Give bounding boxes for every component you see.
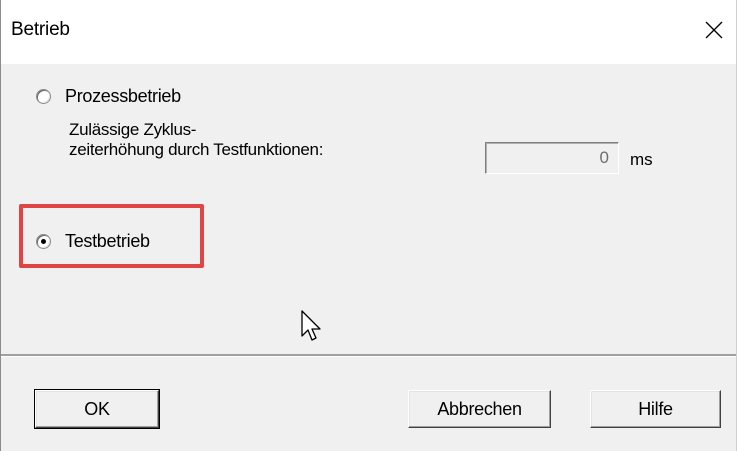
unit-label: ms [630,150,653,169]
cycle-time-label: Zulässige Zyklus- zeiterhöhung durch Tes… [69,120,323,160]
mouse-cursor-icon [301,310,321,341]
test-mode-label: Testbetrieb [65,231,150,251]
close-icon [705,21,723,39]
cycle-time-label-line1: Zulässige Zyklus- [69,120,197,139]
dialog-title: Betrieb [11,19,70,40]
radio-test-mode[interactable]: Testbetrieb [36,231,150,252]
cycle-time-input[interactable]: 0 [485,142,619,174]
radio-button-selected[interactable] [36,234,51,249]
radio-process-mode[interactable]: Prozessbetrieb [36,86,181,107]
cancel-button[interactable]: Abbrechen [408,390,551,428]
dialog-content: Prozessbetrieb Zulässige Zyklus- zeiterh… [1,64,736,354]
close-button[interactable] [694,10,734,50]
dialog-window: Betrieb Prozessbetrieb Zulässige Zyklus-… [0,0,737,451]
button-bar: OK Abbrechen Hilfe [1,357,736,451]
process-mode-label: Prozessbetrieb [65,86,181,106]
help-button[interactable]: Hilfe [590,390,721,428]
cycle-time-label-line2: zeiterhöhung durch Testfunktionen: [69,140,324,159]
title-bar: Betrieb [1,0,736,64]
radio-button[interactable] [36,89,51,104]
radio-dot [41,239,46,244]
ok-button[interactable]: OK [34,389,160,429]
